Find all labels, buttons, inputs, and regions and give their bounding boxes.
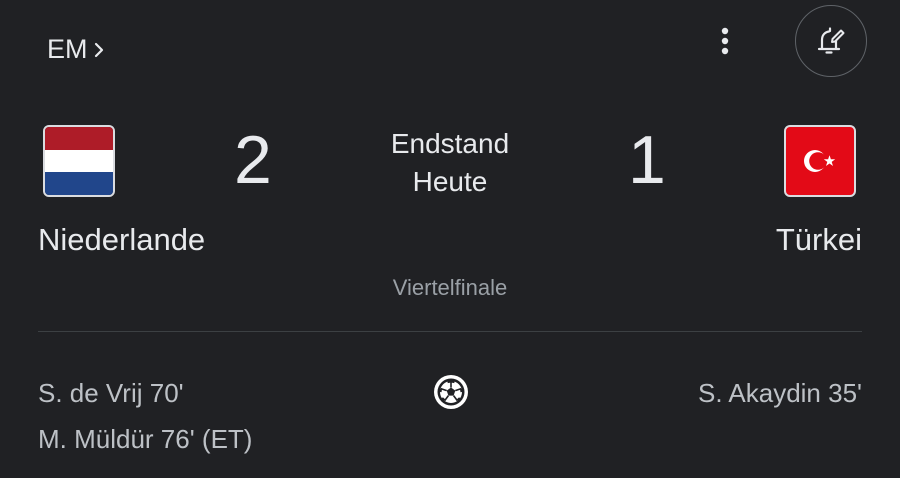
home-score: 2	[234, 122, 272, 198]
status-date: Heute	[412, 166, 488, 197]
away-score: 1	[628, 122, 666, 198]
competition-label: EM	[47, 34, 88, 64]
crescent-star-icon	[804, 150, 836, 172]
home-scorer: S. de Vrij 70'	[38, 378, 184, 408]
away-scorers: S. Akaydin 35'	[698, 370, 862, 416]
home-team-name[interactable]: Niederlande	[38, 222, 205, 258]
flag-stripe-red	[45, 127, 113, 150]
divider	[38, 331, 862, 332]
flag-stripe-blue	[45, 172, 113, 195]
more-options-button[interactable]	[708, 24, 742, 58]
notification-button[interactable]	[795, 5, 867, 77]
soccer-ball-icon	[434, 375, 468, 409]
bell-edit-icon	[817, 27, 845, 54]
more-vert-icon	[721, 27, 729, 55]
match-status: Endstand Heute	[330, 125, 570, 201]
turkey-flag	[784, 125, 856, 197]
flag-stripe-white	[45, 149, 113, 173]
away-team-name[interactable]: Türkei	[776, 222, 862, 258]
match-round: Viertelfinale	[392, 275, 508, 300]
chevron-right-icon	[94, 42, 103, 57]
away-scorer: S. Akaydin 35'	[698, 378, 862, 408]
competition-link[interactable]: EM	[47, 34, 106, 65]
status-final: Endstand	[390, 128, 510, 159]
home-scorers: S. de Vrij 70' M. Müldür 76' (ET)	[38, 370, 252, 462]
netherlands-flag	[43, 125, 115, 197]
home-scorer: M. Müldür 76' (ET)	[38, 424, 253, 454]
